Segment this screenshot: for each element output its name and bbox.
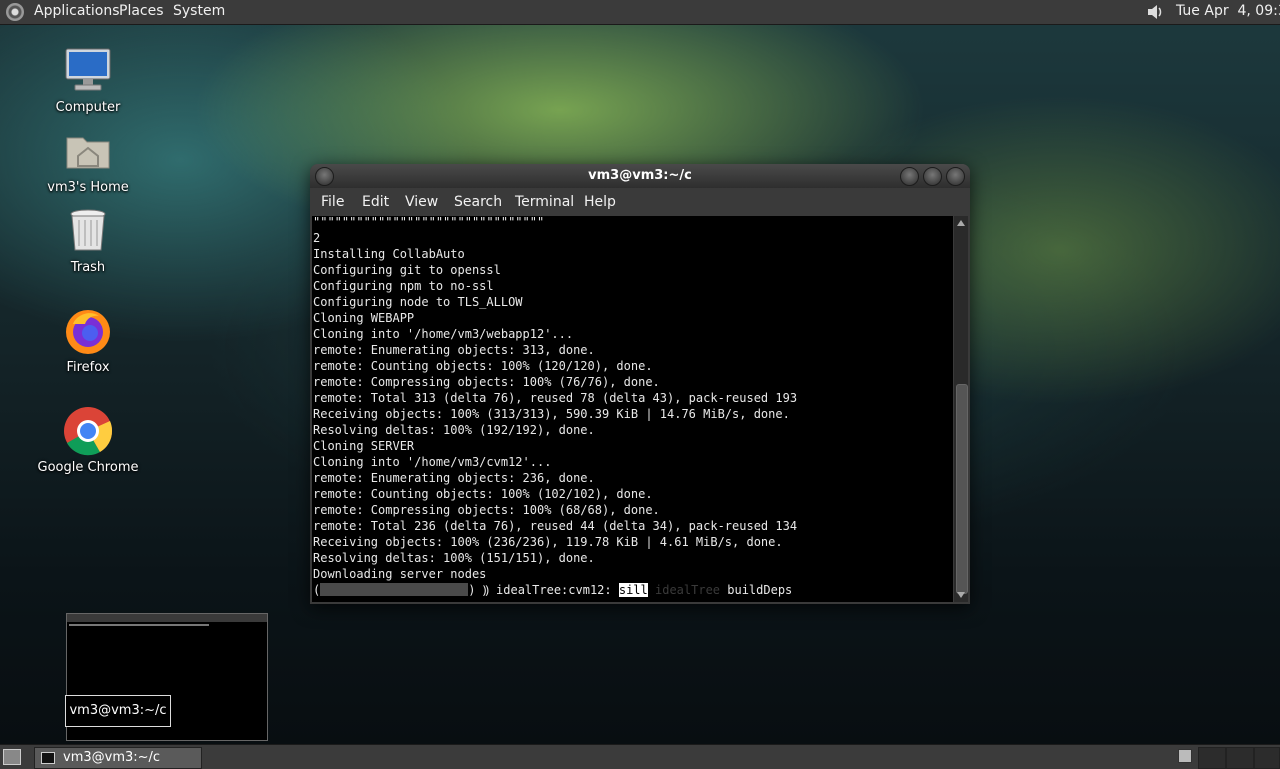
terminal-scrollbar[interactable] [954,216,968,602]
clock[interactable]: Tue Apr 4, 09:39 [1176,3,1280,19]
desktop-icon-home[interactable]: vm3's Home [28,126,148,195]
show-desktop-icon[interactable] [3,749,21,765]
chrome-icon [63,406,113,456]
minimize-button[interactable] [900,167,919,186]
terminal-line: 2 [313,231,321,245]
window-menu-button[interactable] [315,167,334,186]
terminal-line: Downloading server nodes [313,567,487,581]
progress-bar [320,583,469,596]
desktop-icon-computer[interactable]: Computer [28,46,148,115]
menu-view[interactable]: View [405,194,438,210]
desktop-icon-chrome[interactable]: Google Chrome [28,406,148,475]
scrollbar-thumb[interactable] [956,384,968,594]
window-title: vm3@vm3:~/c [588,168,692,183]
desktop-icon-label: vm3's Home [47,180,129,195]
terminal-line: Configuring git to openssl [313,263,501,277]
terminal-output[interactable]: Downloading server nodes Resolving deltas… [312,216,953,602]
distro-logo-icon[interactable] [6,3,24,21]
terminal-line: Receiving objects: 100% (313/313), 590.3… [313,407,790,421]
desktop-icon-firefox[interactable]: Firefox [28,306,148,375]
maximize-button[interactable] [923,167,942,186]
terminal-line: Resolving deltas: 100% (151/151), done. [313,551,595,565]
close-button[interactable] [946,167,965,186]
menu-system[interactable]: System [173,3,225,19]
menu-edit[interactable]: Edit [362,194,389,210]
terminal-progress-line: () ⸩ idealTree:cvm12: sill idealTree bui… [313,583,793,597]
menu-applications[interactable]: Applications [34,3,120,19]
volume-icon[interactable] [1146,3,1164,21]
desktop-icon-label: Firefox [66,360,110,375]
taskbar-window-button[interactable]: vm3@vm3:~/c [34,747,202,769]
terminal-line: remote: Counting objects: 100% (120/120)… [313,359,653,373]
scroll-up-arrow-icon[interactable] [957,220,965,226]
terminal-line: remote: Enumerating objects: 236, done. [313,471,595,485]
desktop-icon-label: Trash [70,260,106,275]
terminal-line: Cloning SERVER [313,439,415,453]
top-panel: Applications Places System Tue Apr 4, 09… [0,0,1280,25]
terminal-line: remote: Compressing objects: 100% (76/76… [313,375,660,389]
preview-menubar [67,614,267,622]
terminal-line: Installing CollabAuto [313,247,465,261]
bottom-panel: vm3@vm3:~/c [0,744,1280,769]
terminal-line: Configuring npm to no-ssl [313,279,494,293]
terminal-menubar: File Edit View Search Terminal Help [310,188,970,216]
workspace-2[interactable] [1198,747,1226,769]
trash-icon [63,206,113,256]
desktop-icon-label: Computer [55,100,121,115]
menu-places[interactable]: Places [119,3,164,19]
taskbar-window-label: vm3@vm3:~/c [63,750,161,765]
terminal-line: remote: Total 236 (delta 76), reused 44 … [313,519,798,533]
terminal-icon [41,752,55,764]
terminal-line: """""""""""""""""""""""""""""""" [313,216,545,229]
computer-icon [63,46,113,96]
desktop-icon-trash[interactable]: Trash [28,206,148,275]
terminal-line: remote: Counting objects: 100% (102/102)… [313,487,653,501]
workspace-4[interactable] [1254,747,1280,769]
workspace-1[interactable] [1178,749,1192,763]
terminal-window[interactable]: vm3@vm3:~/c File Edit View Search Termin… [310,164,970,604]
terminal-line: Cloning WEBAPP [313,311,415,325]
home-folder-icon [63,126,113,176]
terminal-line: remote: Compressing objects: 100% (68/68… [313,503,660,517]
firefox-icon [63,306,113,356]
terminal-line: Cloning into '/home/vm3/webapp12'... [313,327,574,341]
terminal-titlebar[interactable]: vm3@vm3:~/c [310,164,970,188]
workspace-3[interactable] [1226,747,1254,769]
terminal-line: remote: Total 313 (delta 76), reused 78 … [313,391,798,405]
preview-text-line [69,624,209,626]
scroll-down-arrow-icon[interactable] [957,592,965,598]
menu-file[interactable]: File [321,194,344,210]
terminal-line: Cloning into '/home/vm3/cvm12'... [313,455,552,469]
menu-search[interactable]: Search [454,194,502,210]
desktop-icon-label: Google Chrome [37,460,139,475]
menu-help[interactable]: Help [584,194,616,210]
terminal-line: Resolving deltas: 100% (192/192), done. [313,423,595,437]
menu-terminal[interactable]: Terminal [515,194,574,210]
taskbar-tooltip: vm3@vm3:~/c [65,695,171,727]
terminal-line: remote: Enumerating objects: 313, done. [313,343,595,357]
terminal-line: Receiving objects: 100% (236/236), 119.7… [313,535,783,549]
terminal-line: Configuring node to TLS_ALLOW [313,295,523,309]
